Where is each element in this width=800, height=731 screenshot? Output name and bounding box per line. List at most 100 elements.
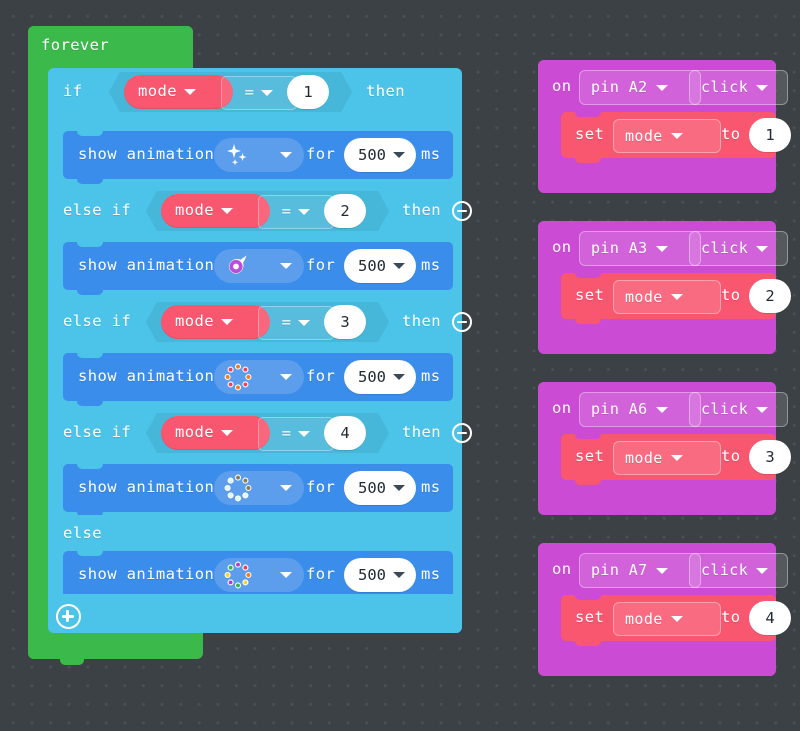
pin-dropdown-0[interactable]: pin A2 (579, 70, 701, 105)
animation-dropdown-3[interactable] (214, 471, 304, 505)
on-label-0: on (552, 77, 572, 95)
operator-label-1: = (281, 202, 292, 221)
minus-circle-icon[interactable] (452, 201, 472, 221)
gesture-dropdown-0[interactable]: click (689, 70, 788, 105)
pin-label-2: pin A6 (591, 400, 648, 418)
on-label-3: on (552, 560, 572, 578)
show-animation-label-1: show animation (78, 256, 215, 274)
then-keyword-3: then (402, 423, 441, 441)
gesture-dropdown-3[interactable]: click (689, 553, 788, 588)
chevron-down-icon (261, 90, 273, 96)
operator-dropdown-2[interactable]: = (258, 306, 334, 340)
warm-ring-animation-icon (224, 363, 252, 391)
event-foot-3 (538, 646, 776, 676)
chevron-down-icon (298, 320, 310, 326)
comet-animation-icon (224, 252, 252, 280)
operator-dropdown-1[interactable]: = (258, 195, 334, 229)
condition-slot-2[interactable]: mode = 3 (146, 302, 389, 342)
set-value-1[interactable]: 2 (749, 279, 791, 313)
chevron-down-icon (670, 133, 683, 139)
condition-value-2[interactable]: 3 (324, 305, 366, 339)
if-keyword-0: if (63, 82, 83, 100)
set-variable-dropdown-0[interactable]: mode (613, 119, 721, 153)
event-block-0[interactable]: on pin A2 click set mode to 1 (538, 60, 791, 193)
on-label-1: on (552, 238, 572, 256)
condition-slot-3[interactable]: mode = 4 (146, 413, 389, 453)
show-animation-label-3: show animation (78, 478, 215, 496)
if-branch-row-1[interactable]: else if mode = 2 then (48, 187, 472, 235)
chevron-down-icon (655, 84, 668, 91)
set-variable-block-1[interactable]: set mode to 2 (561, 273, 791, 324)
set-variable-block-2[interactable]: set mode to 3 (561, 434, 791, 485)
set-value-0[interactable]: 1 (749, 118, 791, 152)
ms-label-1: ms (421, 256, 441, 274)
if-branch-row-0[interactable]: if mode = 1 then (48, 68, 405, 116)
minus-circle-icon[interactable] (452, 312, 472, 332)
duration-dropdown-3[interactable]: 500 (344, 471, 416, 505)
duration-dropdown-2[interactable]: 500 (344, 360, 416, 394)
duration-value-2: 500 (358, 368, 386, 386)
gesture-dropdown-2[interactable]: click (689, 392, 788, 427)
show-animation-block-2[interactable]: show animation for 500 ms (63, 353, 453, 406)
if-branch-row-3[interactable]: else if mode = 4 then (48, 409, 472, 457)
set-value-2[interactable]: 3 (749, 440, 791, 474)
chevron-down-icon (670, 616, 683, 622)
event-block-3[interactable]: on pin A7 click set mode to 4 (538, 543, 791, 676)
show-animation-block-1[interactable]: show animation for 500 ms (63, 242, 453, 295)
set-value-3[interactable]: 4 (749, 601, 791, 635)
else-branch-row[interactable]: else (48, 515, 462, 551)
show-animation-label-2: show animation (78, 367, 215, 385)
animation-dropdown-1[interactable] (214, 249, 304, 283)
chevron-down-icon (655, 245, 668, 252)
animation-dropdown-else[interactable] (214, 558, 304, 592)
variable-dropdown-2[interactable]: mode (161, 305, 270, 339)
show-animation-block-3[interactable]: show animation for 500 ms (63, 464, 453, 517)
chevron-down-icon (393, 374, 405, 380)
set-variable-block-3[interactable]: set mode to 4 (561, 595, 791, 646)
condition-slot-1[interactable]: mode = 2 (146, 191, 389, 231)
set-variable-dropdown-2[interactable]: mode (613, 441, 721, 475)
if-branch-row-2[interactable]: else if mode = 3 then (48, 298, 472, 346)
condition-value-1[interactable]: 2 (324, 194, 366, 228)
show-animation-block-0[interactable]: show animation for 500 ms (63, 131, 453, 184)
chevron-down-icon (393, 263, 405, 269)
operator-dropdown-0[interactable]: = (221, 76, 297, 110)
animation-dropdown-0[interactable] (214, 138, 304, 172)
block-notch (575, 595, 601, 600)
blocks-workspace[interactable]: forever if mode = 1 then show animation (0, 0, 800, 731)
for-label-2: for (306, 367, 336, 385)
plus-circle-icon[interactable] (56, 604, 81, 629)
set-variable-block-0[interactable]: set mode to 1 (561, 112, 791, 163)
for-label-3: for (306, 478, 336, 496)
show-animation-block-else[interactable]: show animation for 500 ms (63, 551, 453, 604)
minus-circle-icon[interactable] (452, 423, 472, 443)
set-variable-dropdown-3[interactable]: mode (613, 602, 721, 636)
pin-dropdown-3[interactable]: pin A7 (579, 553, 701, 588)
duration-dropdown-0[interactable]: 500 (344, 138, 416, 172)
chevron-down-icon (221, 319, 233, 325)
gesture-dropdown-1[interactable]: click (689, 231, 788, 266)
animation-dropdown-2[interactable] (214, 360, 304, 394)
variable-dropdown-0[interactable]: mode (124, 75, 233, 109)
pin-dropdown-1[interactable]: pin A3 (579, 231, 701, 266)
condition-value-0[interactable]: 1 (287, 75, 329, 109)
chevron-down-icon (221, 430, 233, 436)
variable-dropdown-1[interactable]: mode (161, 194, 270, 228)
event-block-2[interactable]: on pin A6 click set mode to 3 (538, 382, 791, 515)
variable-dropdown-3[interactable]: mode (161, 416, 270, 450)
set-variable-dropdown-1[interactable]: mode (613, 280, 721, 314)
block-notch (77, 401, 103, 406)
pin-label-3: pin A7 (591, 561, 648, 579)
condition-value-3[interactable]: 4 (324, 416, 366, 450)
pin-dropdown-2[interactable]: pin A6 (579, 392, 701, 427)
chevron-down-icon (280, 485, 292, 491)
set-variable-label-1: mode (625, 287, 663, 306)
event-block-1[interactable]: on pin A3 click set mode to 2 (538, 221, 791, 354)
condition-slot-0[interactable]: mode = 1 (109, 72, 352, 112)
operator-dropdown-3[interactable]: = (258, 417, 334, 451)
block-notch (77, 179, 103, 184)
chevron-down-icon (393, 485, 405, 491)
chevron-down-icon (280, 572, 292, 578)
duration-dropdown-1[interactable]: 500 (344, 249, 416, 283)
duration-dropdown-else[interactable]: 500 (344, 558, 416, 592)
